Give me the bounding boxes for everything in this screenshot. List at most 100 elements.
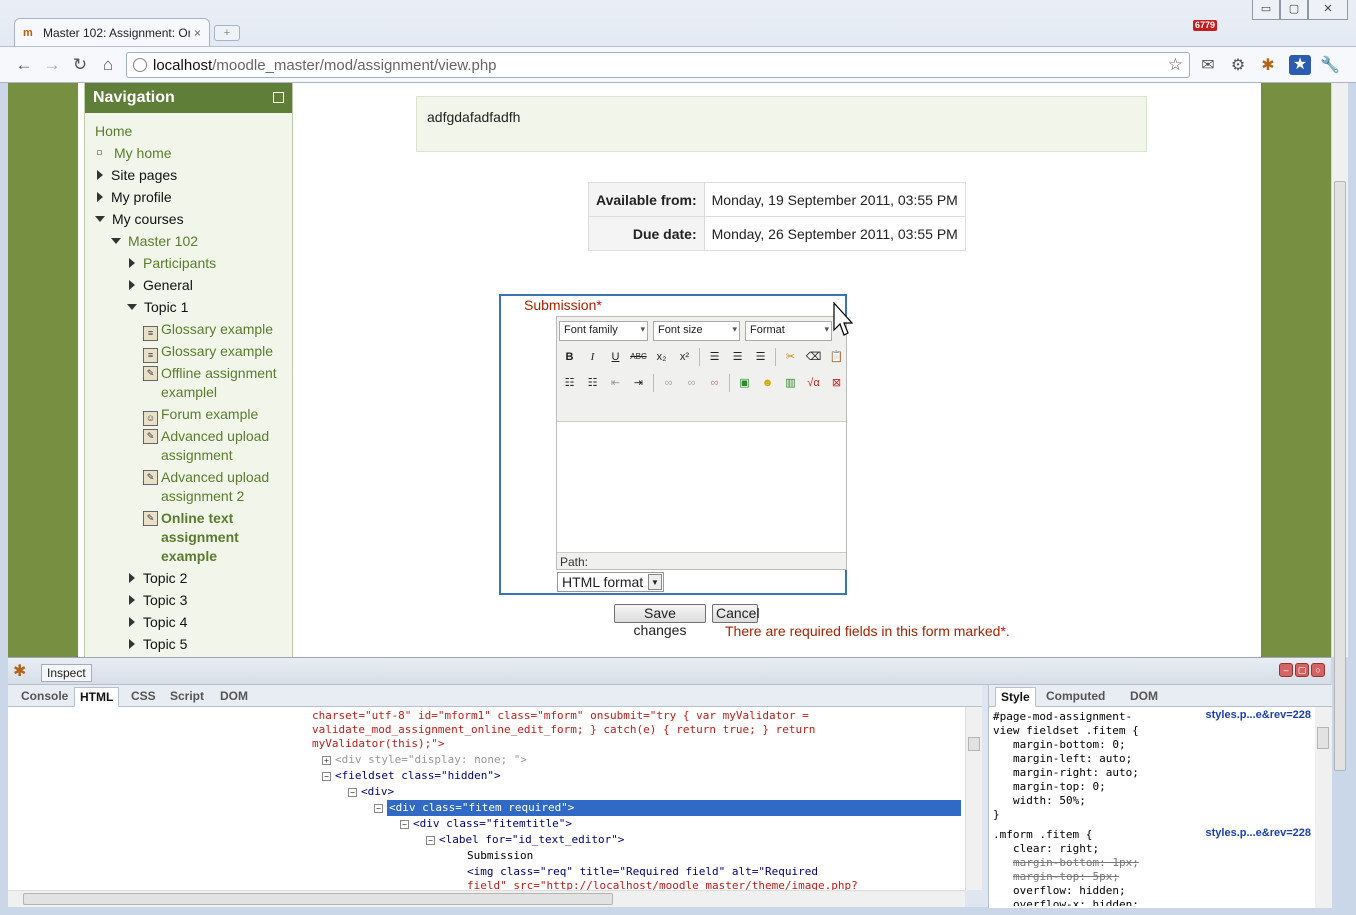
- html-node-row[interactable]: − <div class="fitemtitle">: [400, 816, 572, 832]
- indent-icon[interactable]: ⇥: [628, 373, 649, 393]
- css-property-overridden[interactable]: margin-bottom: 1px;: [1013, 856, 1139, 870]
- font-size-select[interactable]: Font size: [653, 321, 740, 341]
- emoticon-icon[interactable]: ☻: [757, 373, 778, 393]
- back-arrow-icon[interactable]: ←: [12, 53, 36, 77]
- italic-icon[interactable]: I: [582, 347, 603, 367]
- css-property[interactable]: margin-top: 0;: [1013, 780, 1106, 794]
- scrollbar-thumb[interactable]: [1317, 727, 1329, 749]
- anchor-icon[interactable]: ∞: [704, 373, 725, 393]
- link-icon[interactable]: ∞: [658, 373, 679, 393]
- nav-activity-forum[interactable]: ☺ Forum example: [143, 405, 258, 426]
- css-source-link[interactable]: styles.p...e&rev=228: [1206, 708, 1312, 722]
- cleanup-icon[interactable]: ✂: [780, 347, 801, 367]
- scrollbar-thumb[interactable]: [23, 893, 613, 905]
- html-node-row[interactable]: − <fieldset class="hidden">: [322, 768, 501, 784]
- close-window-button[interactable]: ✕: [1308, 0, 1348, 20]
- format-select[interactable]: Format: [745, 321, 832, 341]
- nav-topic-5[interactable]: Topic 5: [129, 635, 187, 654]
- hide-block-icon[interactable]: [273, 92, 284, 103]
- nav-activity-glossary-2[interactable]: ≡ Glossary example: [143, 342, 273, 363]
- reload-icon[interactable]: ↻: [68, 53, 92, 77]
- outdent-icon[interactable]: ⇤: [605, 373, 626, 393]
- page-scrollbar[interactable]: [1331, 83, 1348, 771]
- underline-icon[interactable]: U: [605, 347, 626, 367]
- nav-activity-advanced-upload[interactable]: ✎ Advanced upload assignment: [143, 427, 283, 465]
- expand-node-icon[interactable]: +: [322, 756, 331, 765]
- css-property[interactable]: width: 50%;: [1013, 794, 1086, 808]
- insert-media-icon[interactable]: ▥: [780, 373, 801, 393]
- minimize-button[interactable]: ▭: [1252, 0, 1280, 20]
- nav-participants[interactable]: Participants: [129, 254, 216, 273]
- collapse-node-icon[interactable]: −: [322, 772, 331, 781]
- nav-my-courses[interactable]: My courses: [95, 210, 184, 229]
- tab-dom[interactable]: DOM: [215, 687, 253, 707]
- bookmark-star-icon[interactable]: ☆: [1168, 55, 1183, 75]
- browser-tab[interactable]: m Master 102: Assignment: Or ×: [14, 18, 210, 46]
- nav-my-home[interactable]: My home: [97, 144, 172, 163]
- eraser-icon[interactable]: ⌫: [803, 347, 824, 367]
- strikethrough-icon[interactable]: ABC: [628, 347, 649, 367]
- home-icon[interactable]: ⌂: [96, 53, 120, 77]
- collapse-node-icon[interactable]: −: [400, 820, 409, 829]
- collapse-node-icon[interactable]: −: [426, 836, 435, 845]
- tab-console[interactable]: Console: [16, 687, 73, 707]
- tab-side-dom[interactable]: DOM: [1125, 687, 1163, 707]
- numbered-list-icon[interactable]: ☷: [582, 373, 603, 393]
- css-property[interactable]: overflow: hidden;: [1013, 884, 1126, 898]
- extension-gmail-icon[interactable]: ✉: [1197, 55, 1219, 77]
- firebug-icon[interactable]: ✱: [1257, 55, 1279, 77]
- html-node-row-selected[interactable]: − <div class="fitem required">: [374, 800, 961, 816]
- nav-activity-online-text[interactable]: ✎ Online text assignment example: [143, 509, 283, 566]
- nav-activity-advanced-upload-2[interactable]: ✎ Advanced upload assignment 2: [143, 468, 283, 506]
- font-family-select[interactable]: Font family: [559, 321, 648, 341]
- align-right-icon[interactable]: ☰: [750, 347, 771, 367]
- css-property[interactable]: overflow-x: hidden;: [1013, 898, 1139, 906]
- collapse-node-icon[interactable]: −: [348, 788, 357, 797]
- html-node-row[interactable]: − <label for="id_text_editor">: [426, 832, 624, 848]
- unlink-icon[interactable]: ∞: [681, 373, 702, 393]
- tab-script[interactable]: Script: [165, 687, 209, 707]
- tab-style[interactable]: Style: [995, 687, 1036, 707]
- bullet-list-icon[interactable]: ☷: [559, 373, 580, 393]
- nav-topic-1[interactable]: Topic 1: [127, 298, 188, 317]
- tab-html[interactable]: HTML: [74, 687, 120, 707]
- html-node-row[interactable]: − <div>: [348, 784, 394, 800]
- cancel-button[interactable]: Cancel: [712, 604, 760, 623]
- new-tab-button[interactable]: +: [214, 25, 240, 41]
- superscript-icon[interactable]: x²: [674, 347, 695, 367]
- tab-close-icon[interactable]: ×: [194, 26, 201, 40]
- inspect-button[interactable]: Inspect: [41, 664, 92, 682]
- bold-icon[interactable]: B: [559, 347, 580, 367]
- firebug-bug-icon[interactable]: ✱: [13, 661, 26, 681]
- html-tree-hscrollbar[interactable]: [8, 890, 965, 907]
- tex-icon[interactable]: ⊠: [826, 373, 846, 393]
- nav-topic-3[interactable]: Topic 3: [129, 591, 187, 610]
- nav-general[interactable]: General: [129, 276, 193, 295]
- text-format-select[interactable]: HTML format ▼: [557, 572, 664, 592]
- paste-text-icon[interactable]: 📋: [826, 347, 846, 367]
- equation-icon[interactable]: √α: [803, 373, 824, 393]
- nav-site-pages[interactable]: Site pages: [97, 166, 177, 185]
- css-property[interactable]: margin-right: auto;: [1013, 766, 1139, 780]
- nav-home[interactable]: Home: [95, 122, 132, 141]
- nav-activity-glossary-1[interactable]: ≡ Glossary example: [143, 320, 273, 341]
- html-node-row[interactable]: + <div style="display: none; ">: [322, 752, 527, 768]
- align-center-icon[interactable]: ☰: [727, 347, 748, 367]
- firebug-close-icon[interactable]: ○: [1311, 663, 1325, 677]
- css-source-link[interactable]: styles.p...e&rev=228: [1206, 826, 1312, 840]
- firebug-minimize-icon[interactable]: –: [1279, 663, 1293, 677]
- bookmark-extension-icon[interactable]: ★: [1289, 55, 1311, 75]
- maximize-button[interactable]: ▢: [1280, 0, 1308, 20]
- save-changes-button[interactable]: Save changes: [614, 604, 706, 638]
- tab-css[interactable]: CSS: [126, 687, 161, 707]
- tab-computed[interactable]: Computed: [1041, 687, 1110, 707]
- align-left-icon[interactable]: ☰: [704, 347, 725, 367]
- nav-course[interactable]: Master 102: [111, 232, 198, 251]
- css-property[interactable]: clear: right;: [1013, 842, 1099, 856]
- insert-image-icon[interactable]: ▣: [734, 373, 755, 393]
- css-property[interactable]: margin-left: auto;: [1013, 752, 1132, 766]
- forward-arrow-icon[interactable]: →: [40, 53, 64, 77]
- css-property-overridden[interactable]: margin-top: 5px;: [1013, 870, 1119, 884]
- editor-content-area[interactable]: [557, 421, 846, 553]
- wrench-menu-icon[interactable]: 🔧: [1319, 55, 1341, 77]
